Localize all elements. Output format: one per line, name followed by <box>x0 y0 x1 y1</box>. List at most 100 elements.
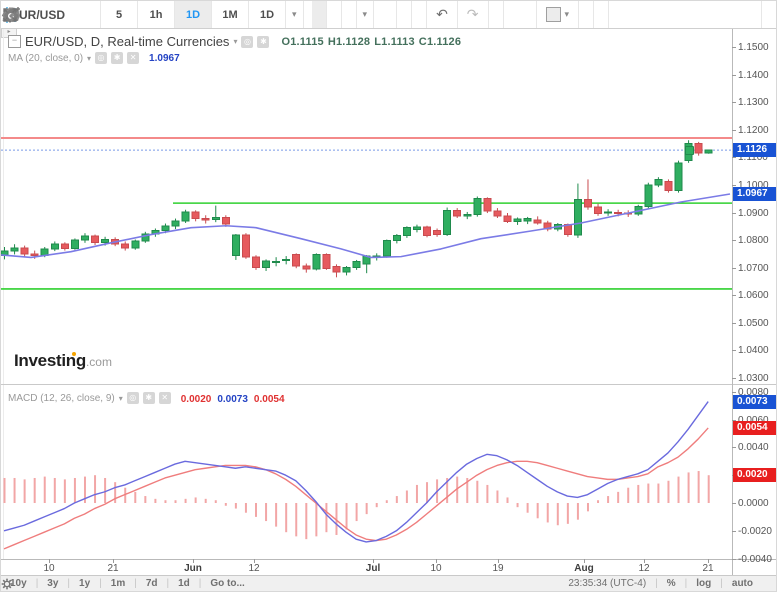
mode-button-log[interactable]: log <box>687 578 720 589</box>
range-button-1y[interactable]: 1y <box>70 578 99 589</box>
interval-button-1d-2[interactable]: 1D <box>175 1 212 28</box>
last-price-marker <box>685 146 694 155</box>
toolbar-gap <box>374 1 382 28</box>
price-chip: 1.1126 <box>733 143 777 157</box>
time-axis-border <box>1 559 777 560</box>
close-icon[interactable] <box>159 392 171 404</box>
time-axis-tick: Aug <box>574 563 593 574</box>
chart-window: EUR/USD 51h1D1M1D ▾ ▾ <box>0 0 777 592</box>
macd-value: 0.0073 <box>217 394 248 405</box>
price-chip: 1.0967 <box>733 187 777 201</box>
time-axis-tick: 21 <box>107 563 118 574</box>
symbol-legend: − EUR/USD, D, Real-time Currencies ▾ O1.… <box>8 34 461 49</box>
eye-icon[interactable] <box>95 52 107 64</box>
chart-title: EUR/USD, D, Real-time Currencies <box>25 34 229 49</box>
gear-icon[interactable] <box>111 52 123 64</box>
eye-icon[interactable] <box>241 36 253 48</box>
logo-orange-dot <box>72 352 76 356</box>
interval-group: 51h1D1M1D <box>101 1 286 28</box>
candlestick-chart-icon[interactable] <box>312 1 327 28</box>
top-toolbar: EUR/USD 51h1D1M1D ▾ ▾ <box>1 1 776 29</box>
cloud-upload-icon[interactable] <box>594 1 609 28</box>
collapse-pane-icon[interactable]: − <box>8 35 21 48</box>
macd-value: 0.0054 <box>254 394 285 405</box>
price-axis-tick: 1.1200 <box>738 125 769 136</box>
price-axis-border <box>732 29 733 578</box>
redo-icon[interactable]: ↷ <box>458 1 489 28</box>
interval-dropdown-caret[interactable]: ▾ <box>286 1 304 28</box>
ma-caret-icon[interactable]: ▾ <box>87 54 91 63</box>
bottom-toolbar: 10y|3y|1y|1m|7d|1d|Go to... 23:35:34 (UT… <box>1 575 776 591</box>
price-tick-mark <box>732 185 736 186</box>
time-axis-tick: 19 <box>492 563 503 574</box>
bar-chart-icon[interactable] <box>342 1 357 28</box>
macd-values: 0.0020 0.0073 0.0054 <box>175 389 285 407</box>
theme-selector[interactable]: ▾ <box>537 1 580 28</box>
ohlc-close: C1.1126 <box>419 36 461 48</box>
range-button-1m[interactable]: 1m <box>102 578 134 589</box>
gear-icon[interactable] <box>257 36 269 48</box>
time-axis-tick: 21 <box>702 563 713 574</box>
price-axis-tick: 1.0500 <box>738 318 769 329</box>
mode-button-pct[interactable]: % <box>658 578 685 589</box>
chart-type-caret[interactable]: ▾ <box>357 1 375 28</box>
time-axis-tick: Jul <box>366 563 380 574</box>
macd-axis-tick: -0.0020 <box>738 526 772 537</box>
price-axis-tick: 1.1400 <box>738 70 769 81</box>
macd-chip: 0.0054 <box>733 421 777 435</box>
macd-value: 0.0020 <box>181 394 212 405</box>
undo-icon[interactable]: ↶ <box>427 1 458 28</box>
cloud-download-icon[interactable] <box>579 1 594 28</box>
price-tick-mark <box>732 102 736 103</box>
mode-button-auto[interactable]: auto <box>723 578 762 589</box>
macd-tick-mark <box>732 531 736 532</box>
price-tick-mark <box>732 130 736 131</box>
range-button-1d[interactable]: 1d <box>169 578 199 589</box>
macd-chip: 0.0073 <box>733 395 777 409</box>
time-axis-tick: 10 <box>43 563 54 574</box>
indicators-icon[interactable] <box>397 1 412 28</box>
price-tick-mark <box>732 378 736 379</box>
interval-button-1d-4[interactable]: 1D <box>249 1 286 28</box>
ma-value: 1.0967 <box>149 53 180 64</box>
interval-button-1h-1[interactable]: 1h <box>138 1 175 28</box>
price-tick-mark <box>732 157 736 158</box>
goto-button[interactable]: Go to... <box>201 578 253 589</box>
price-tick-mark <box>732 323 736 324</box>
snapshot-camera-icon[interactable] <box>522 1 537 28</box>
interval-button-5-0[interactable]: 5 <box>101 1 138 28</box>
price-axis-tick: 1.0700 <box>738 263 769 274</box>
eye-icon[interactable] <box>127 392 139 404</box>
macd-caret-icon[interactable]: ▾ <box>119 394 123 403</box>
close-icon[interactable] <box>127 52 139 64</box>
price-axis-tick: 1.0400 <box>738 345 769 356</box>
interval-button-1m-3[interactable]: 1M <box>212 1 249 28</box>
price-tick-mark <box>732 268 736 269</box>
price-tick-mark <box>732 295 736 296</box>
pane-separator[interactable] <box>1 384 777 385</box>
macd-label: MACD (12, 26, close, 9) <box>8 393 115 404</box>
mode-group: |%|log|auto <box>655 578 762 589</box>
compare-scales-icon[interactable] <box>412 1 427 28</box>
price-axis-tick: 1.0300 <box>738 373 769 384</box>
legend-caret-icon[interactable]: ▾ <box>233 37 237 46</box>
macd-pane[interactable] <box>1 385 732 559</box>
macd-axis-tick: 0.0000 <box>738 498 769 509</box>
gear-icon[interactable] <box>143 392 155 404</box>
price-pane[interactable] <box>1 29 732 356</box>
price-tick-mark <box>732 240 736 241</box>
price-tick-mark <box>732 350 736 351</box>
ohlc-low: L1.1113 <box>374 36 415 48</box>
macd-tick-mark <box>732 447 736 448</box>
line-chart-icon[interactable] <box>327 1 342 28</box>
alert-bell-icon[interactable] <box>489 1 504 28</box>
range-button-7d[interactable]: 7d <box>137 578 167 589</box>
fullscreen-icon[interactable] <box>761 1 776 28</box>
price-axis-tick: 1.1500 <box>738 42 769 53</box>
price-tick-mark <box>732 47 736 48</box>
range-group: 10y|3y|1y|1m|7d|1d|Go to... <box>1 578 254 589</box>
logo-suffix: .com <box>86 355 112 369</box>
price-tick-mark <box>732 213 736 214</box>
range-button-3y[interactable]: 3y <box>38 578 67 589</box>
settings-gear-icon[interactable] <box>382 1 397 28</box>
